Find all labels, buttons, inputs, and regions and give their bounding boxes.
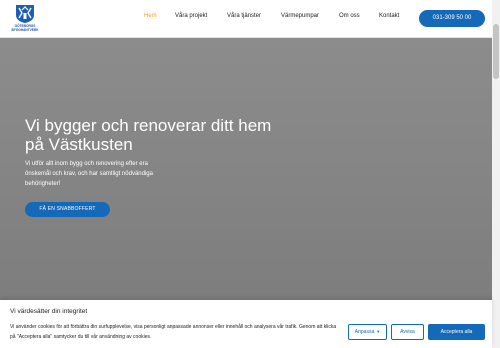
nav-item-vara-projekt[interactable]: Våra projekt	[175, 13, 207, 19]
site-header: GÖTEBORGS BYGGHANTVERK Hem Våra projekt …	[0, 0, 492, 38]
nav-item-om-oss[interactable]: Om oss	[339, 13, 360, 19]
scrollbar-thumb[interactable]	[493, 24, 499, 79]
company-logo[interactable]: GÖTEBORGS BYGGHANTVERK	[9, 4, 41, 34]
cookie-description: Vi använder cookies för att förbättra di…	[10, 324, 337, 340]
hero-section: Vi bygger och renoverar ditt hem på Väst…	[0, 38, 492, 300]
nav-item-varmepumpar[interactable]: Värmepumpar	[281, 13, 319, 19]
cookie-title: Vi värdesätter din integritet	[10, 308, 88, 315]
quote-request-button[interactable]: FÅ EN SNABBOFFERT	[25, 202, 110, 217]
nav-item-vara-tjanster[interactable]: Våra tjänster	[227, 13, 261, 19]
nav-item-hem[interactable]: Hem	[144, 13, 157, 19]
cookie-accept-all-button[interactable]: Acceptera alla	[428, 324, 485, 340]
logo-text-line2: BYGGHANTVERK	[11, 28, 39, 32]
hero-title: Vi bygger och renoverar ditt hem på Väst…	[25, 116, 272, 154]
cookie-customize-label: Anpassa	[354, 329, 375, 335]
phone-button[interactable]: 031-309 50 00	[419, 10, 485, 27]
coat-of-arms-icon	[16, 5, 34, 23]
hero-description: Vi utför allt inom bygg och renovering e…	[25, 161, 153, 187]
cookie-reject-button[interactable]: Avvisa	[391, 324, 424, 340]
cookie-consent-banner: Vi värdesätter din integritet Vi använde…	[0, 300, 492, 348]
page-scrollbar[interactable]	[492, 0, 500, 348]
nav-item-kontakt[interactable]: Kontakt	[379, 13, 399, 19]
caret-down-icon: ▼	[376, 329, 381, 334]
cookie-customize-button[interactable]: Anpassa ▼	[348, 324, 387, 340]
